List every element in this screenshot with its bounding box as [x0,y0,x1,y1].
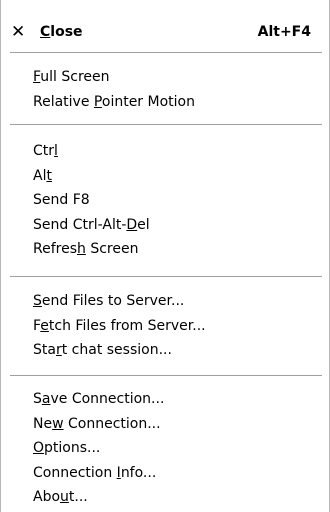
menu-item[interactable]: Alt [33,165,52,187]
menu-separator [10,276,322,278]
menu-item[interactable]: Send Files to Server... [33,290,184,312]
menu-separator [10,375,322,377]
menu-separator [10,124,322,126]
menu-item[interactable]: Connection Info... [33,462,156,484]
close-x-icon: ✕ [11,22,26,42]
menu-item[interactable]: Relative Pointer Motion [33,91,195,113]
menu-item[interactable]: Options... [33,437,100,459]
menu-item[interactable]: Start chat session... [33,339,172,361]
context-menu: ✕ Close Alt+F4 Full Screen Relative Point… [0,0,330,512]
menu-item[interactable]: Refresh Screen [33,238,138,260]
menu-item[interactable]: New Connection... [33,413,161,435]
shortcut-label: Alt+F4 [257,24,311,40]
menu-item[interactable]: Send F8 [33,189,90,211]
menu-item-close[interactable]: ✕ Close Alt+F4 [1,21,329,43]
menu-item[interactable]: Send Ctrl-Alt-Del [33,214,150,236]
menu-item[interactable]: Fetch Files from Server... [33,315,206,337]
menu-item-close-label: Close [40,24,83,40]
menu-separator [10,52,322,54]
menu-item[interactable]: Full Screen [33,66,110,88]
menu-item[interactable]: About... [33,486,88,508]
menu-item[interactable]: Save Connection... [33,388,164,410]
menu-item[interactable]: Ctrl [33,140,58,162]
